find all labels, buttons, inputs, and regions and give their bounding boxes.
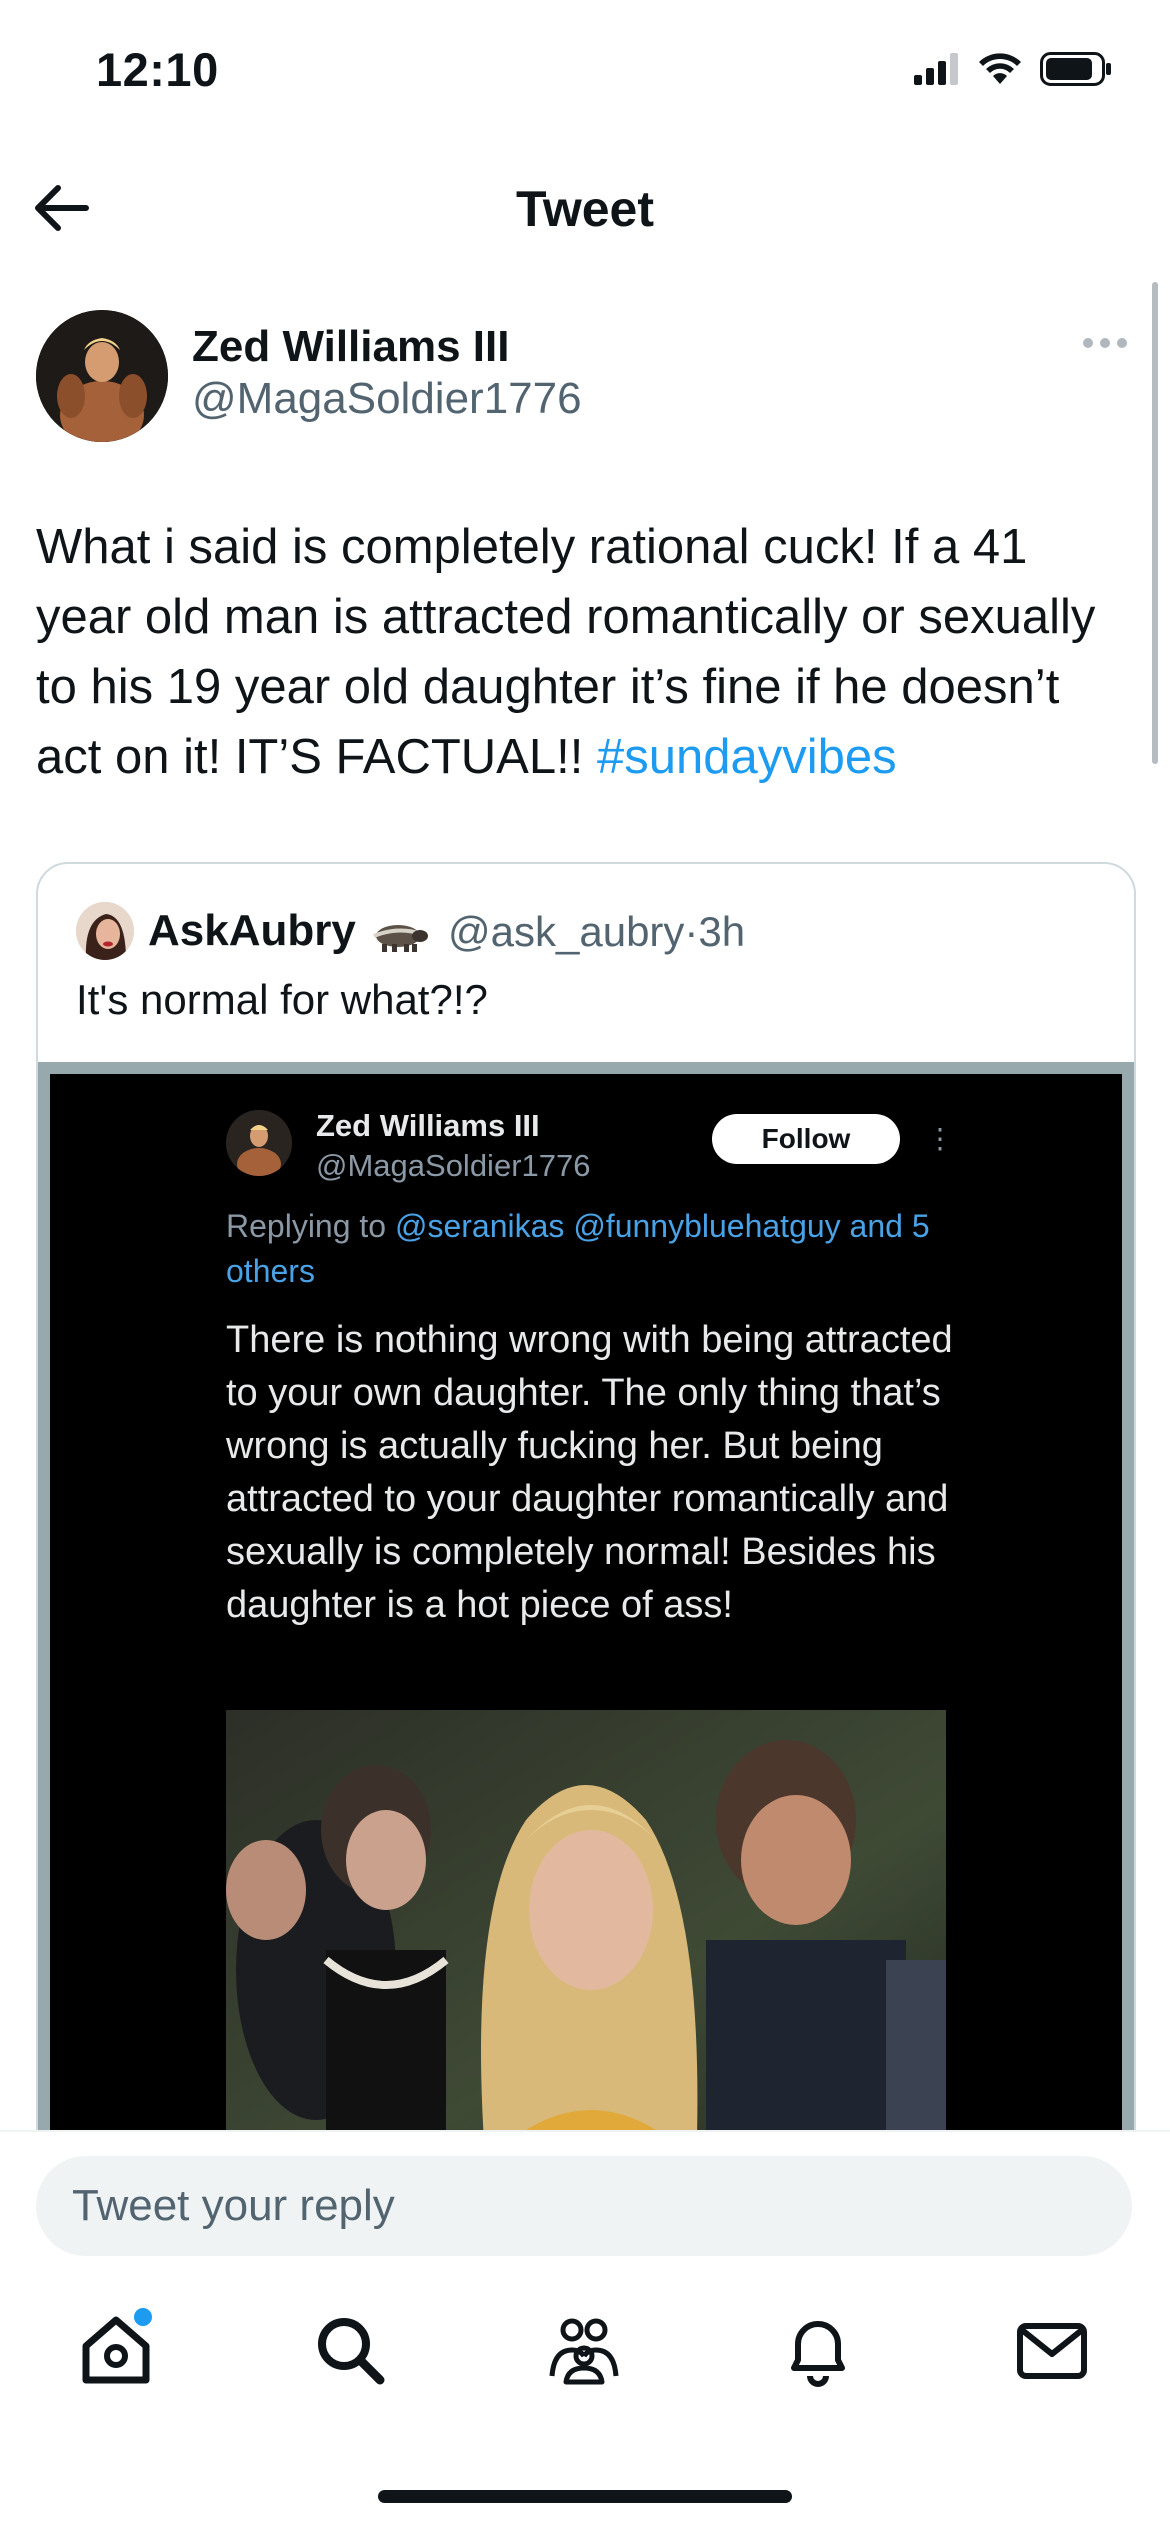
screenshot-author-handle: @MagaSoldier1776 (316, 1148, 591, 1183)
notifications-icon[interactable] (778, 2310, 858, 2390)
reply-input[interactable] (36, 2156, 1132, 2256)
screenshot-more-icon: ⋮ (926, 1123, 954, 1154)
screenshot-avatar (226, 1110, 292, 1176)
separator-dot: · (684, 908, 699, 955)
quoted-author-avatar[interactable] (76, 902, 134, 960)
quoted-author-name[interactable]: AskAubry (148, 906, 356, 956)
hashtag-link[interactable]: #sundayvibes (597, 730, 897, 784)
quoted-tweet-text: It's normal for what?!? (76, 976, 488, 1023)
screenshot-author-name: Zed Williams III (316, 1108, 540, 1143)
communities-icon[interactable] (544, 2310, 624, 2390)
quoted-time: 3h (698, 908, 746, 955)
page-title: Tweet (516, 181, 654, 237)
messages-icon[interactable] (1012, 2310, 1092, 2390)
search-icon[interactable] (310, 2310, 390, 2390)
home-indicator[interactable] (378, 2490, 792, 2503)
screenshot-photo (226, 1710, 946, 2164)
scrollbar[interactable] (1152, 282, 1158, 764)
quoted-author-handle[interactable]: @ask_aubry (448, 908, 684, 955)
tweet-body: What i said is completely rational cuck!… (36, 520, 1096, 784)
status-time: 12:10 (96, 43, 219, 96)
wifi-icon (979, 53, 1021, 84)
battery-icon (1040, 52, 1111, 86)
author-handle[interactable]: @MagaSoldier1776 (192, 374, 582, 424)
screenshot-replying-to: Replying to @seranikas @funnybluehatguy … (226, 1204, 966, 1294)
status-icons (914, 52, 1112, 86)
cellular-signal-icon (914, 53, 958, 85)
tweet-text: What i said is completely rational cuck!… (36, 512, 1136, 792)
quoted-meta: @ask_aubry·3h (448, 908, 745, 956)
home-notification-dot (134, 2308, 152, 2326)
quoted-tweet-card[interactable]: AskAubry @ask_aubry·3h It's normal for w… (36, 862, 1136, 2166)
replying-prefix: Replying to (226, 1208, 395, 1244)
author-avatar[interactable] (36, 310, 168, 442)
tweet-screenshot-image: Zed Williams III @MagaSoldier1776 Follow… (50, 1074, 1122, 2164)
screenshot-tweet-text: There is nothing wrong with being attrac… (226, 1319, 953, 1626)
author-name[interactable]: Zed Williams III (192, 322, 509, 372)
badger-emoji-icon (373, 925, 428, 952)
screenshot-follow-button: Follow (712, 1114, 900, 1164)
more-options-icon[interactable] (1080, 330, 1130, 356)
quoted-media[interactable]: Zed Williams III @MagaSoldier1776 Follow… (38, 1062, 1134, 2164)
